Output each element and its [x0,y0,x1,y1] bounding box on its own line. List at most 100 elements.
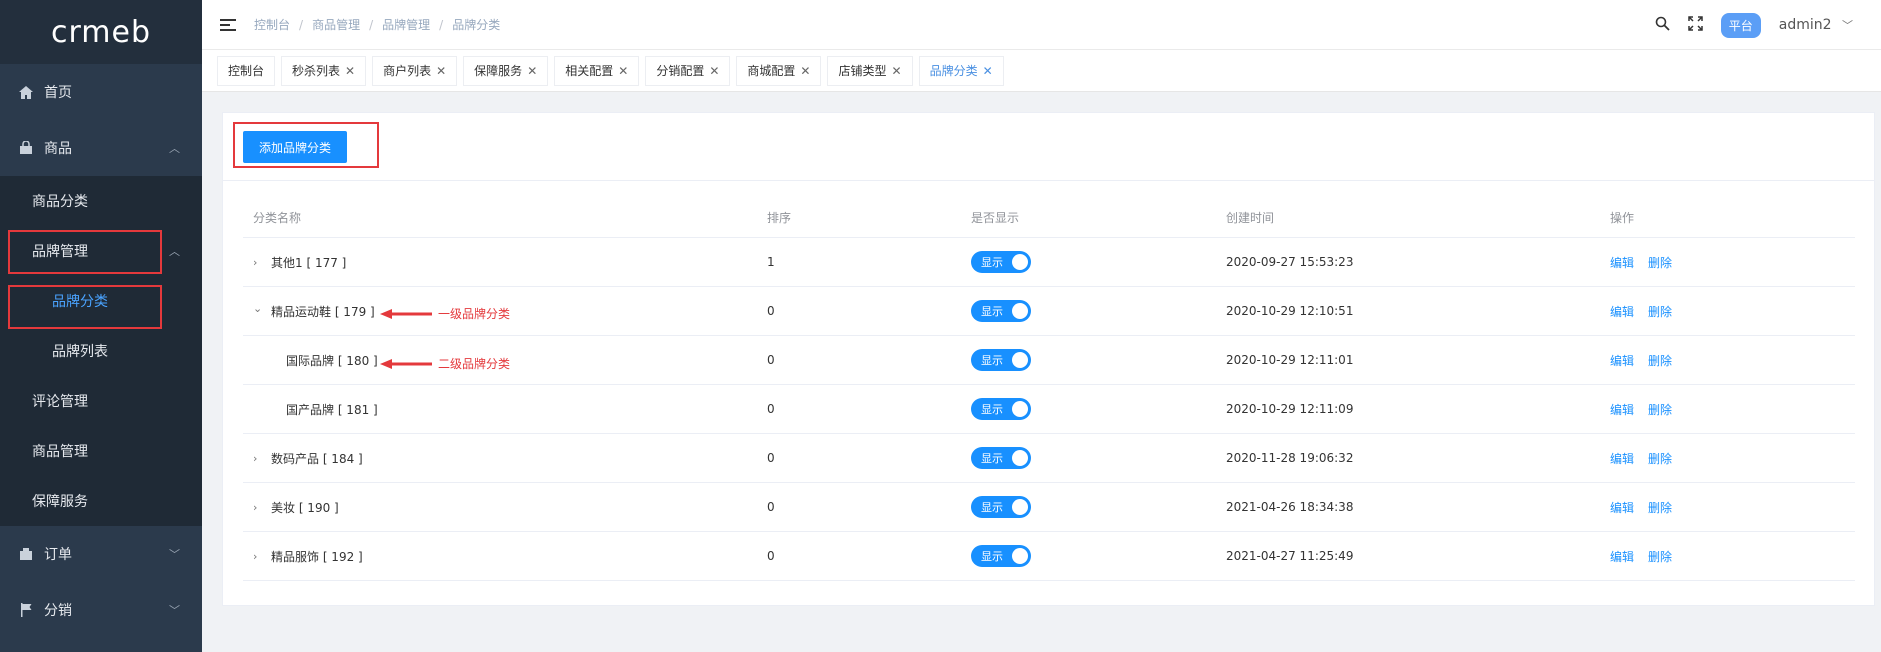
cell-sort: 0 [767,500,775,514]
cell-created: 2020-10-29 12:11:09 [1226,402,1354,416]
delete-link[interactable]: 删除 [1648,403,1672,417]
show-toggle[interactable]: 显示 [971,251,1031,273]
tab-related-config[interactable]: 相关配置 ✕ [554,55,640,86]
user-menu[interactable]: admin2 ﹀ [1779,17,1853,33]
show-toggle[interactable]: 显示 [971,349,1031,371]
tabs-bar: 控制台 秒杀列表 ✕ 商户列表 ✕ 保障服务 ✕ 相关配置 ✕ 分销配置 ✕ 商城配置 ✕ … [202,50,1881,92]
edit-link[interactable]: 编辑 [1610,354,1634,368]
search-icon[interactable] [1655,16,1670,35]
delete-link[interactable]: 删除 [1648,305,1672,319]
show-toggle[interactable]: 显示 [971,300,1031,322]
toggle-knob [1012,303,1028,319]
platform-badge: 平台 [1720,12,1761,38]
table-row: › 其他1 [ 177 ] 1 显示 2020-09-27 15:53:23 编辑 删除 [243,238,1855,287]
cell-sort: 1 [767,255,775,269]
chevron-down-icon[interactable]: ⌄ [253,302,263,315]
tab-store-type[interactable]: 店铺类型 ✕ [827,55,913,86]
table-header: 分类名称 排序 是否显示 创建时间 操作 [243,198,1855,238]
cell-created: 2020-11-28 19:06:32 [1226,451,1354,465]
close-icon[interactable]: ✕ [983,64,993,78]
edit-link[interactable]: 编辑 [1610,452,1634,466]
tab-merchants[interactable]: 商户列表 ✕ [372,55,458,86]
cell-show: 显示 [961,447,1216,469]
close-icon[interactable]: ✕ [800,64,810,78]
header-actions: 平台 admin2 ﹀ [1655,0,1853,50]
edit-link[interactable]: 编辑 [1610,256,1634,270]
sidebar-item-category[interactable]: 商品分类 [0,176,202,226]
breadcrumb-item[interactable]: 品牌管理 [382,16,430,33]
delete-link[interactable]: 删除 [1648,501,1672,515]
show-toggle[interactable]: 显示 [971,545,1031,567]
sidebar-item-label: 保障服务 [32,494,88,510]
cell-created: 2020-10-29 12:11:01 [1226,353,1354,367]
sidebar-item-distribution[interactable]: 分销 ﹀ [0,582,202,638]
tab-distribution-config[interactable]: 分销配置 ✕ [645,55,731,86]
tab-label: 控制台 [228,64,265,78]
toggle-knob [1012,401,1028,417]
close-icon[interactable]: ✕ [892,64,902,78]
edit-link[interactable]: 编辑 [1610,550,1634,564]
col-header-sort: 排序 [767,211,792,225]
sidebar-item-label: 品牌列表 [52,344,108,360]
username: admin2 [1778,17,1832,33]
annotation-level2: 二级品牌分类 [380,355,510,372]
sidebar-item-guarantee[interactable]: 保障服务 [0,476,202,526]
delete-link[interactable]: 删除 [1648,452,1672,466]
cell-sort: 0 [767,549,775,563]
sidebar-item-product[interactable]: 商品 ︿ [0,120,202,176]
logo-text: crmeb [50,14,152,50]
product-submenu: 商品分类 品牌管理 ︿ 品牌分类 品牌列表 评论管理 商品管理 保障服务 [0,176,202,526]
sidebar-item-reviews[interactable]: 评论管理 [0,376,202,426]
tab-flash-sale[interactable]: 秒杀列表 ✕ [281,55,367,86]
sidebar-item-label: 订单 [44,547,72,563]
breadcrumb-item: 品牌分类 [452,18,501,32]
cell-actions: 编辑 删除 [1600,254,1855,271]
close-icon[interactable]: ✕ [436,64,446,78]
show-toggle[interactable]: 显示 [971,496,1031,518]
fullscreen-icon[interactable] [1688,15,1703,35]
chevron-right-icon[interactable]: › [253,256,263,269]
chevron-right-icon[interactable]: › [253,550,263,563]
tab-dashboard[interactable]: 控制台 [217,55,276,86]
tab-guarantee[interactable]: 保障服务 ✕ [463,55,549,86]
delete-link[interactable]: 删除 [1648,256,1672,270]
tab-brand-category[interactable]: 品牌分类 ✕ [918,55,1004,86]
cell-created: 2020-10-29 12:10:51 [1226,304,1354,318]
cell-actions: 编辑 删除 [1600,499,1855,516]
tab-label: 店铺类型 [838,64,887,78]
breadcrumb-item[interactable]: 控制台 [254,16,290,33]
col-header-name: 分类名称 [253,211,302,225]
menu-toggle-icon[interactable] [220,18,236,31]
tab-mall-config[interactable]: 商城配置 ✕ [736,55,822,86]
edit-link[interactable]: 编辑 [1610,501,1634,515]
annotation-level1: 一级品牌分类 [380,305,510,322]
show-toggle[interactable]: 显示 [971,398,1031,420]
sidebar-item-product-mgmt[interactable]: 商品管理 [0,426,202,476]
toggle-knob [1012,254,1028,270]
cell-created: 2021-04-26 18:34:38 [1226,500,1354,514]
sidebar-item-home[interactable]: 首页 [0,64,202,120]
close-icon[interactable]: ✕ [709,64,719,78]
breadcrumb-item[interactable]: 商品管理 [312,16,360,33]
toggle-label: 显示 [981,354,1003,367]
edit-link[interactable]: 编辑 [1610,403,1634,417]
delete-link[interactable]: 删除 [1648,354,1672,368]
toggle-knob [1012,499,1028,515]
chevron-right-icon[interactable]: › [253,501,263,514]
close-icon[interactable]: ✕ [618,64,628,78]
bag-icon [18,140,34,156]
cell-name: › 数码产品 [ 184 ] [243,450,757,467]
show-toggle[interactable]: 显示 [971,447,1031,469]
col-header-actions: 操作 [1610,211,1635,225]
chevron-right-icon[interactable]: › [253,452,263,465]
cell-show: 显示 [961,545,1216,567]
close-icon[interactable]: ✕ [345,64,355,78]
close-icon[interactable]: ✕ [527,64,537,78]
sidebar-item-orders[interactable]: 订单 ﹀ [0,526,202,582]
cell-show: 显示 [961,349,1216,371]
category-name: 国产品牌 [ 181 ] [286,402,378,417]
edit-link[interactable]: 编辑 [1610,305,1634,319]
delete-link[interactable]: 删除 [1648,550,1672,564]
cart-icon [18,546,34,562]
sidebar-item-brand-list[interactable]: 品牌列表 [0,326,202,376]
